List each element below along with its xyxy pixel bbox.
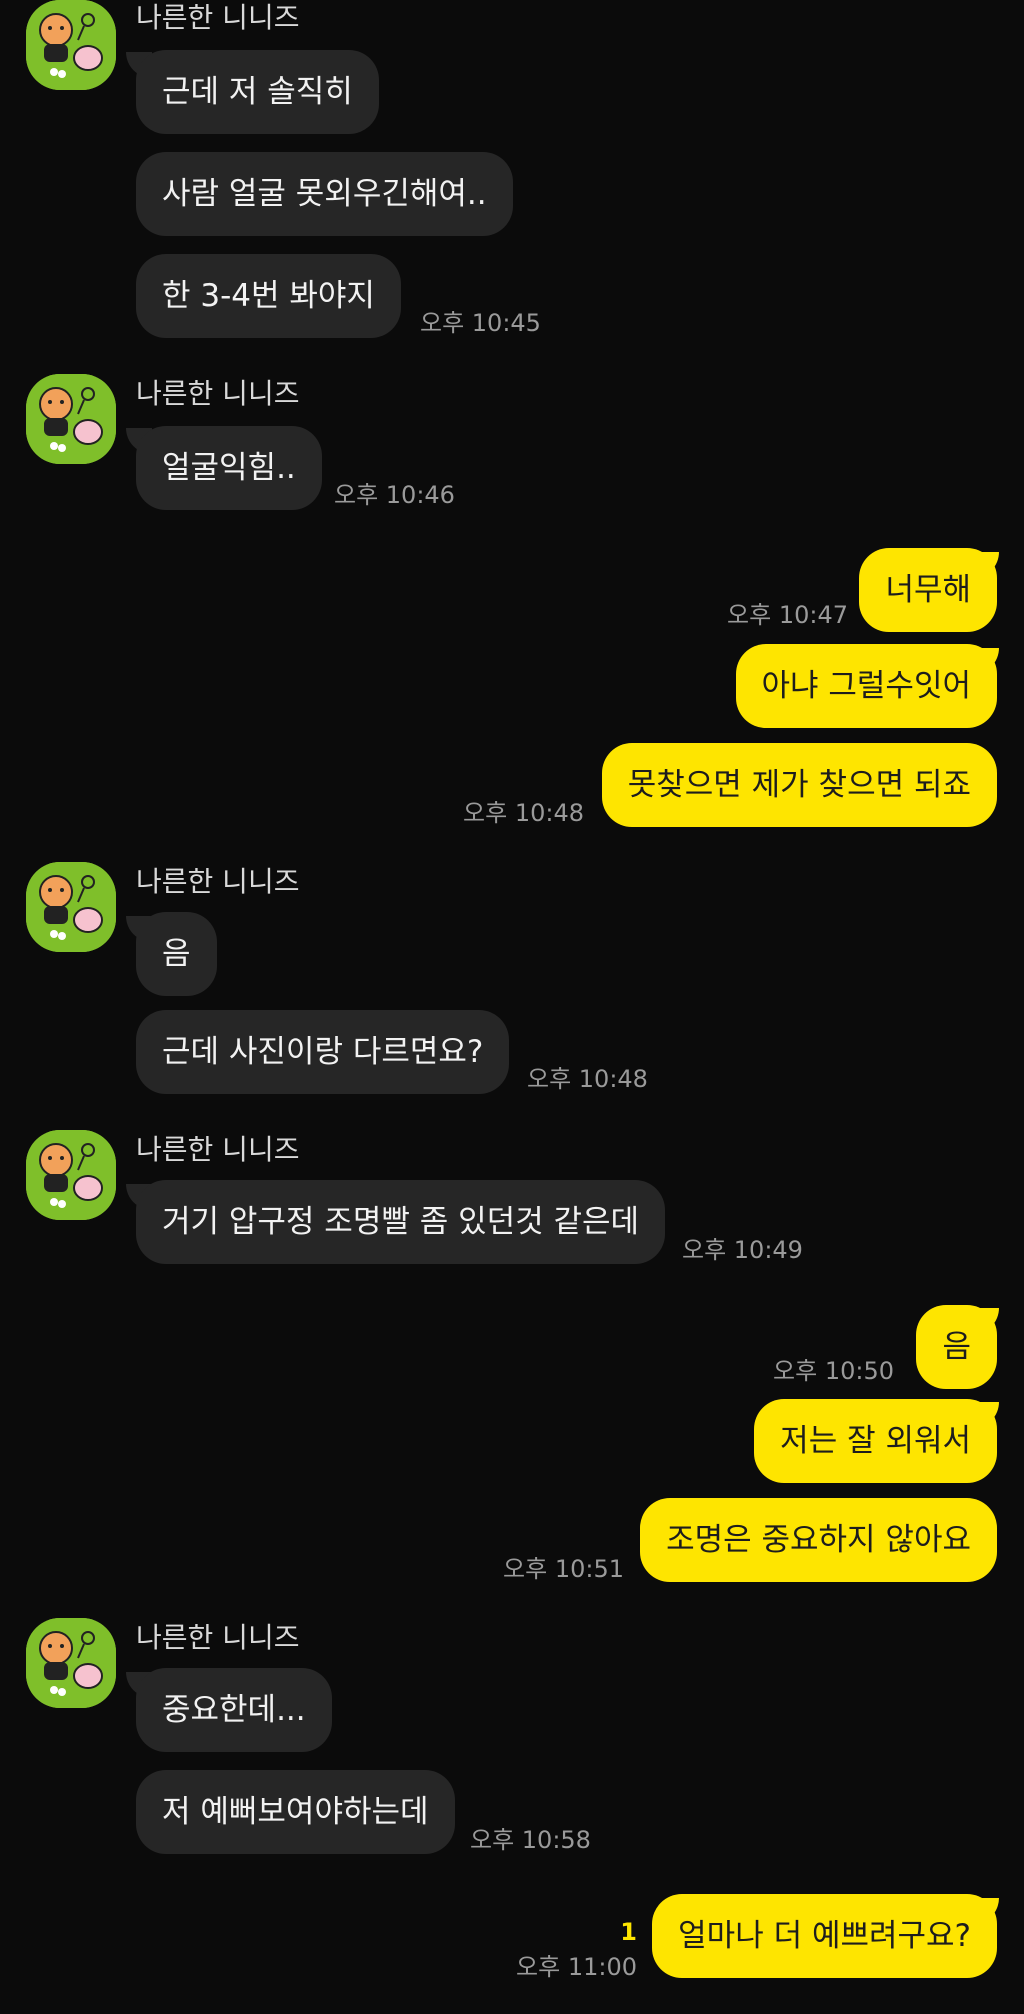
message-time: 오후 10:58 [470, 1826, 591, 1854]
message-time: 오후 10:47 [727, 601, 848, 629]
avatar[interactable] [26, 0, 116, 90]
message-bubble[interactable]: 저는 잘 외워서 [754, 1399, 997, 1483]
avatar[interactable] [26, 374, 116, 464]
sender-name: 나른한 니니즈 [136, 377, 300, 410]
sender-name: 나른한 니니즈 [136, 1621, 300, 1654]
message-bubble[interactable]: 저 예뻐보여야하는데 [136, 1770, 455, 1854]
character-icon [26, 374, 116, 464]
sender-name: 나른한 니니즈 [136, 1, 300, 34]
message-bubble[interactable]: 음 [136, 912, 217, 996]
unread-count: 1 [620, 1918, 637, 1946]
message-bubble[interactable]: 음 [916, 1305, 997, 1389]
message-bubble[interactable]: 얼마나 더 예쁘려구요? [652, 1894, 997, 1978]
message-time: 오후 10:51 [503, 1555, 624, 1583]
avatar[interactable] [26, 1130, 116, 1220]
message-bubble[interactable]: 못찾으면 제가 찾으면 되죠 [601, 743, 997, 827]
message-bubble[interactable]: 아냐 그럴수잇어 [735, 644, 997, 728]
message-bubble[interactable]: 조명은 중요하지 않아요 [640, 1498, 997, 1582]
avatar[interactable] [26, 862, 116, 952]
message-time: 오후 10:46 [334, 481, 455, 509]
message-time: 오후 10:48 [527, 1065, 648, 1093]
message-bubble[interactable]: 너무해 [859, 548, 997, 632]
message-bubble[interactable]: 중요한데... [136, 1668, 332, 1752]
character-icon [26, 0, 116, 90]
character-icon [26, 862, 116, 952]
message-bubble[interactable]: 근데 저 솔직히 [136, 50, 379, 134]
message-time: 오후 11:00 [516, 1953, 637, 1981]
message-bubble[interactable]: 한 3-4번 봐야지 [136, 254, 401, 338]
message-time: 오후 10:50 [773, 1357, 894, 1385]
sender-name: 나른한 니니즈 [136, 865, 300, 898]
message-bubble[interactable]: 근데 사진이랑 다르면요? [136, 1010, 510, 1094]
character-icon [26, 1618, 116, 1708]
sender-name: 나른한 니니즈 [136, 1133, 300, 1166]
avatar[interactable] [26, 1618, 116, 1708]
character-icon [26, 1130, 116, 1220]
message-bubble[interactable]: 사람 얼굴 못외우긴해여.. [136, 152, 513, 236]
message-bubble[interactable]: 얼굴익힘.. [136, 426, 322, 510]
message-time: 오후 10:49 [682, 1236, 803, 1264]
message-time: 오후 10:45 [420, 309, 541, 337]
message-bubble[interactable]: 거기 압구정 조명빨 좀 있던것 같은데 [136, 1180, 666, 1264]
message-time: 오후 10:48 [463, 799, 584, 827]
